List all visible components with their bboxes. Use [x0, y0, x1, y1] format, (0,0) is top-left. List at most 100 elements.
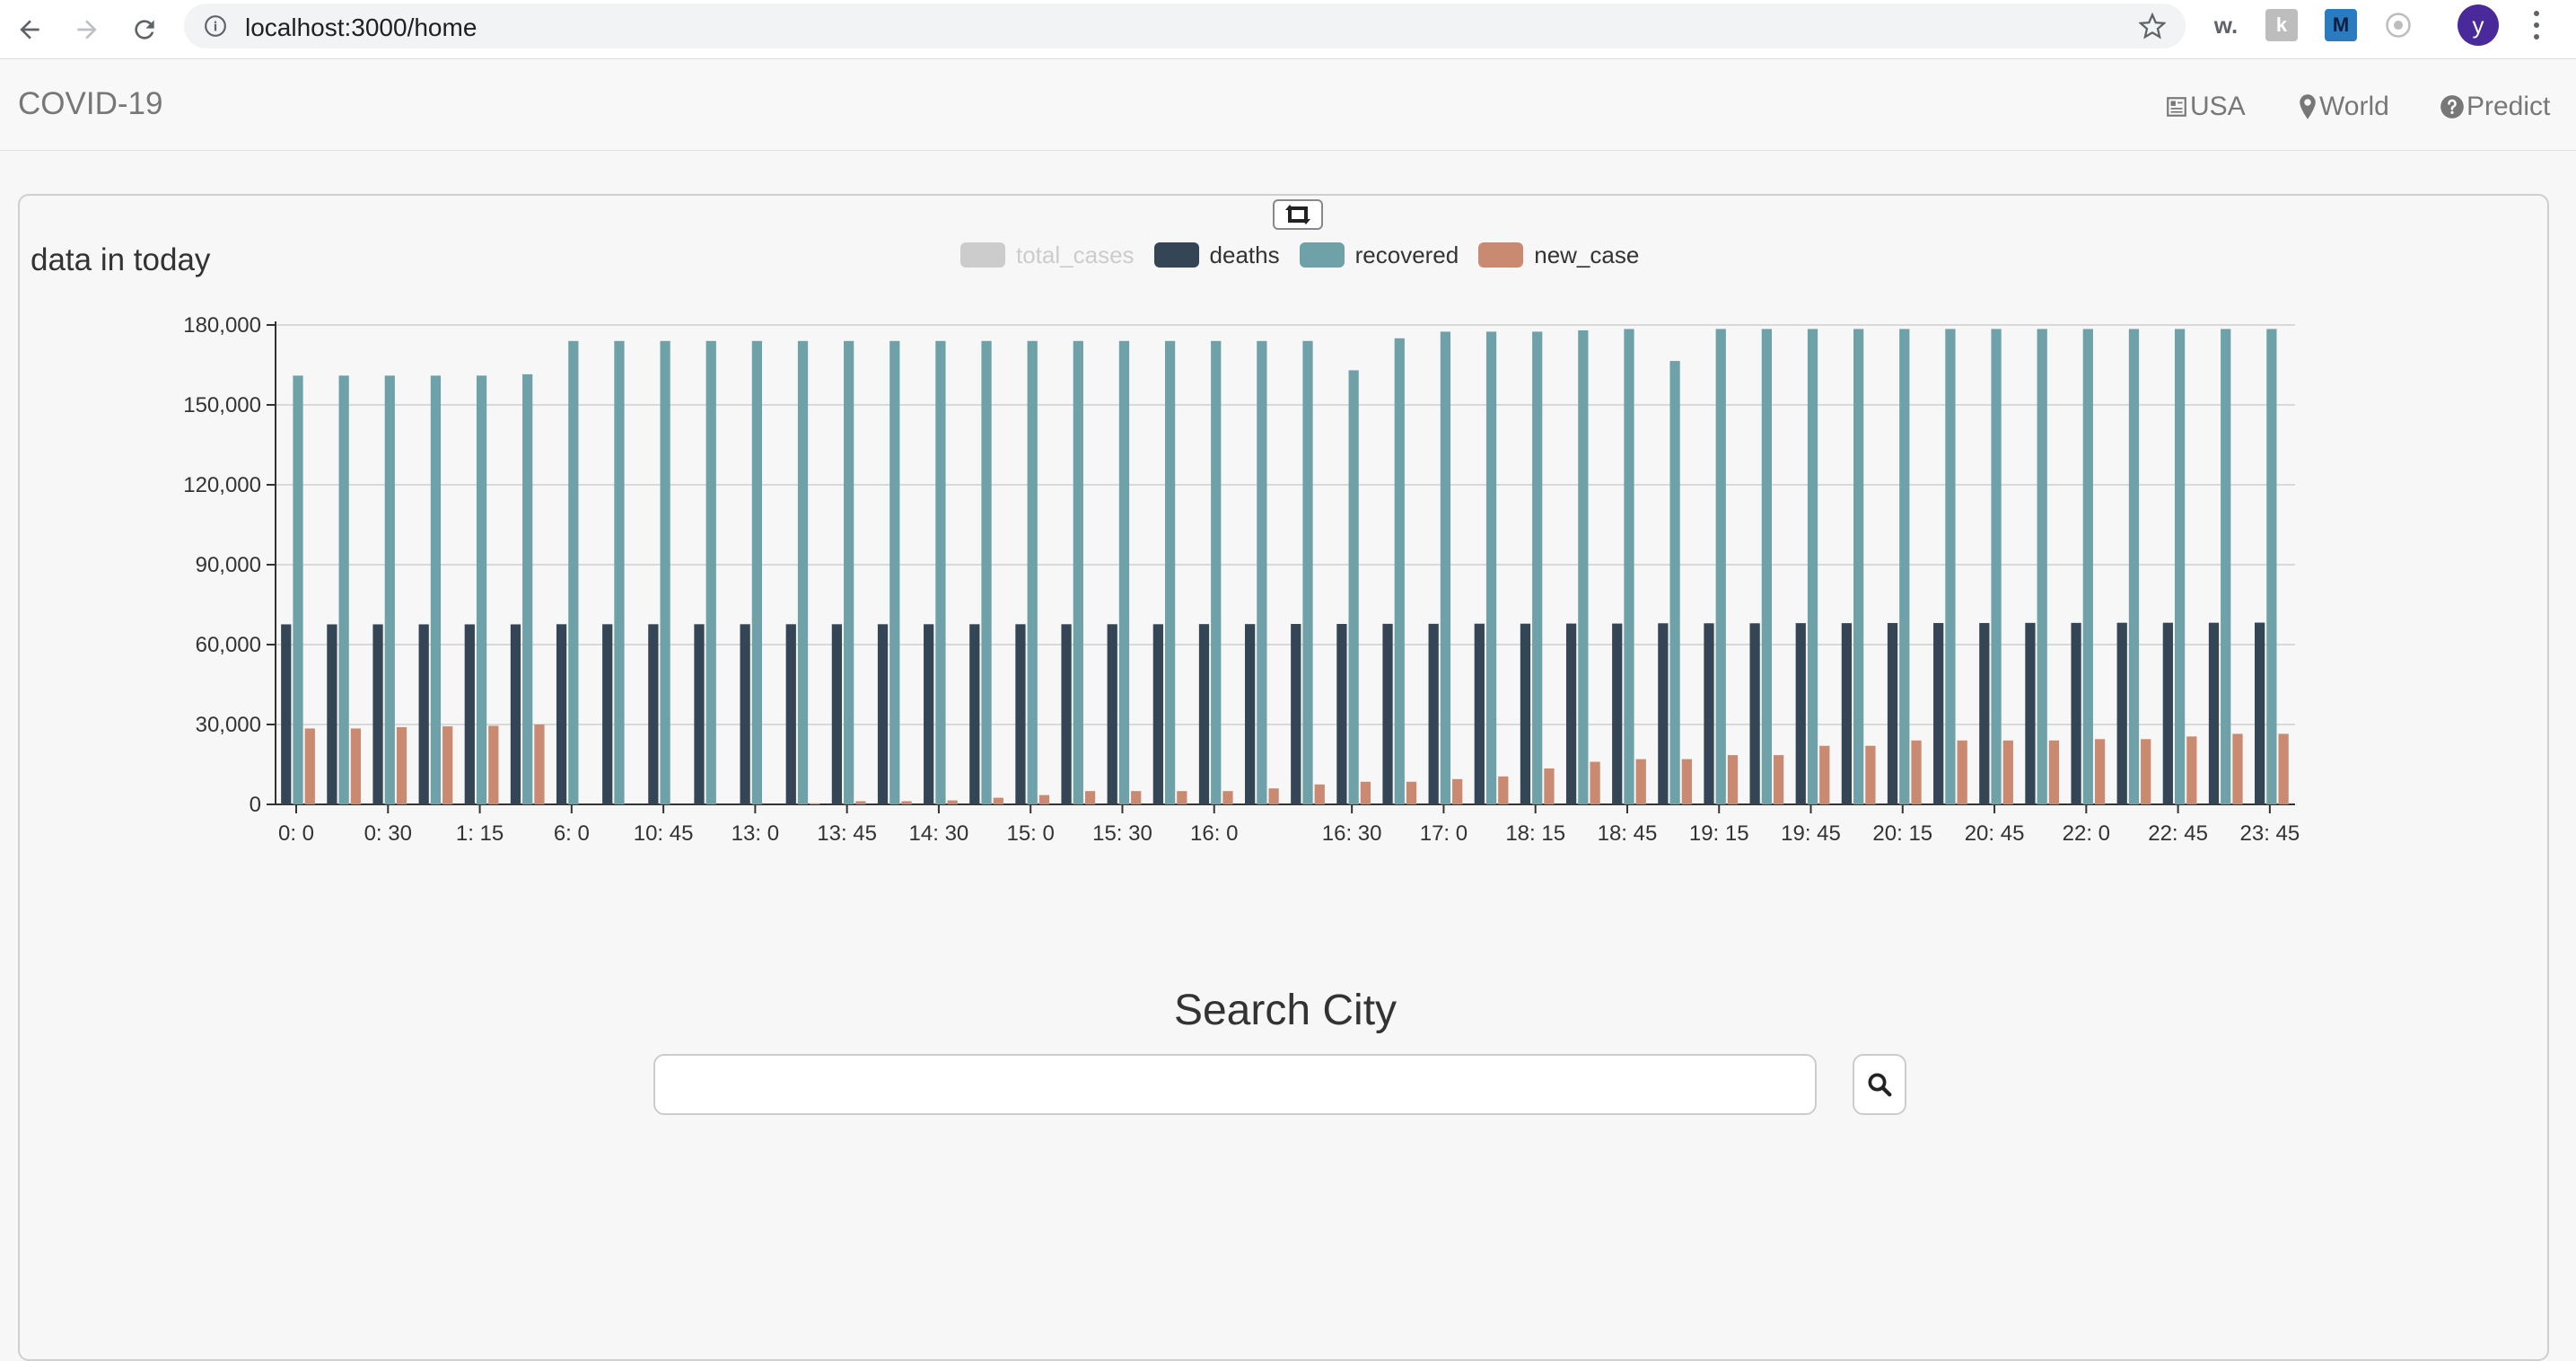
bar-recovered: [1394, 338, 1405, 804]
bar-deaths: [327, 624, 337, 804]
bar-new-case: [1774, 755, 1784, 804]
bar-new-case: [1314, 784, 1325, 804]
browser-menu-icon[interactable]: [2526, 11, 2547, 40]
bar-deaths: [831, 624, 843, 804]
back-button[interactable]: [5, 5, 54, 54]
bar-deaths: [1749, 623, 1760, 804]
y-tick-label: 120,000: [183, 473, 261, 497]
bar-new-case: [810, 803, 820, 804]
nav-link-predict[interactable]: Predict: [2440, 92, 2550, 122]
bar-new-case: [1360, 781, 1371, 804]
bar-deaths: [1015, 624, 1026, 804]
profile-avatar[interactable]: y: [2458, 4, 2499, 46]
x-tick-label: 10: 45: [634, 821, 694, 846]
bar-new-case: [1268, 788, 1279, 804]
w-extension-icon[interactable]: w.: [2210, 9, 2242, 41]
x-tick-label: 15: 0: [1006, 821, 1054, 846]
k-extension-icon[interactable]: k: [2265, 9, 2298, 41]
bar-new-case: [2002, 740, 2013, 804]
refresh-button[interactable]: [1273, 199, 1323, 230]
bar-deaths: [556, 624, 567, 804]
bar-recovered: [2037, 329, 2047, 804]
bar-recovered: [384, 375, 395, 804]
chart-panel: data in today total_cases deaths recover…: [18, 194, 2549, 1361]
m-extension-icon[interactable]: M: [2325, 9, 2357, 41]
bookmark-star-icon[interactable]: [2138, 12, 2167, 44]
bar-new-case: [1544, 768, 1555, 804]
bar-new-case: [442, 726, 453, 804]
bar-deaths: [2208, 622, 2220, 804]
y-tick-label: 180,000: [183, 313, 261, 338]
bar-deaths: [969, 624, 980, 804]
legend-item-recovered[interactable]: recovered: [1299, 241, 1459, 269]
nav-link-usa[interactable]: USA: [2165, 92, 2246, 122]
bar-deaths: [2116, 622, 2127, 804]
bar-recovered: [1624, 329, 1634, 804]
forward-button[interactable]: [63, 5, 111, 54]
brand-link[interactable]: COVID-19: [18, 86, 162, 122]
bar-deaths: [785, 624, 796, 804]
bar-deaths: [510, 624, 521, 804]
bar-recovered: [660, 340, 670, 804]
app-navbar: COVID-19 USA World Predict: [0, 59, 2576, 151]
bar-deaths: [1291, 624, 1301, 804]
search-title: Search City: [1173, 987, 1398, 1034]
legend-item-new-case[interactable]: new_case: [1478, 241, 1639, 269]
bar-recovered: [1485, 331, 1497, 805]
bar-deaths: [1198, 624, 1210, 804]
bar-recovered: [1440, 331, 1451, 805]
city-search-input[interactable]: [653, 1054, 1817, 1115]
bar-recovered: [568, 340, 579, 804]
bar-recovered: [1348, 370, 1359, 804]
bar-recovered: [1211, 340, 1222, 804]
bar-deaths: [648, 624, 659, 804]
bar-recovered: [1578, 329, 1589, 804]
bar-deaths: [1979, 622, 1990, 804]
bar-new-case: [2278, 733, 2289, 804]
question-circle-icon: [2440, 95, 2464, 119]
x-tick-label: 18: 45: [1598, 821, 1658, 846]
bar-deaths: [1382, 623, 1393, 804]
legend-item-deaths[interactable]: deaths: [1153, 241, 1280, 269]
bar-new-case: [1131, 791, 1142, 804]
bar-new-case: [304, 728, 315, 804]
bar-deaths: [2162, 622, 2173, 804]
bar-recovered: [1164, 340, 1176, 804]
arrow-left-icon: [20, 20, 39, 40]
bar-recovered: [889, 340, 900, 804]
arrow-right-icon: [77, 20, 97, 40]
circle-extension-icon[interactable]: [2382, 9, 2414, 41]
bar-recovered: [1118, 340, 1130, 804]
bar-deaths: [372, 624, 383, 804]
bar-recovered: [1761, 329, 1772, 804]
bar-deaths: [1841, 623, 1853, 804]
legend-item-total-cases[interactable]: total_cases: [960, 241, 1135, 269]
bar-recovered: [430, 375, 442, 804]
url-text: localhost:3000/home: [245, 13, 478, 41]
nav-link-label: Predict: [2466, 92, 2551, 121]
bar-deaths: [877, 624, 889, 804]
bar-deaths: [602, 624, 613, 804]
x-tick-label: 23: 45: [2240, 821, 2300, 846]
nav-link-world[interactable]: World: [2298, 92, 2389, 122]
bar-new-case: [1498, 776, 1509, 804]
x-tick-label: 16: 30: [1322, 821, 1382, 846]
x-tick-label: 19: 45: [1781, 821, 1841, 846]
bar-new-case: [2141, 739, 2151, 804]
bar-new-case: [2232, 733, 2243, 804]
nav-link-label: World: [2319, 92, 2389, 121]
bar-deaths: [1887, 622, 1898, 804]
bar-deaths: [1520, 623, 1531, 804]
reload-button[interactable]: [120, 5, 169, 54]
bar-deaths: [418, 624, 429, 804]
bar-new-case: [1590, 761, 1600, 804]
search-button[interactable]: [1853, 1054, 1906, 1115]
bar-new-case: [2048, 740, 2060, 804]
bar-recovered: [338, 375, 349, 804]
bar-recovered: [1257, 340, 1267, 804]
info-icon[interactable]: [204, 14, 227, 42]
reload-icon: [135, 20, 154, 40]
bar-deaths: [1336, 624, 1347, 804]
bar-recovered: [935, 340, 946, 804]
address-bar[interactable]: localhost:3000/home: [184, 4, 2186, 48]
